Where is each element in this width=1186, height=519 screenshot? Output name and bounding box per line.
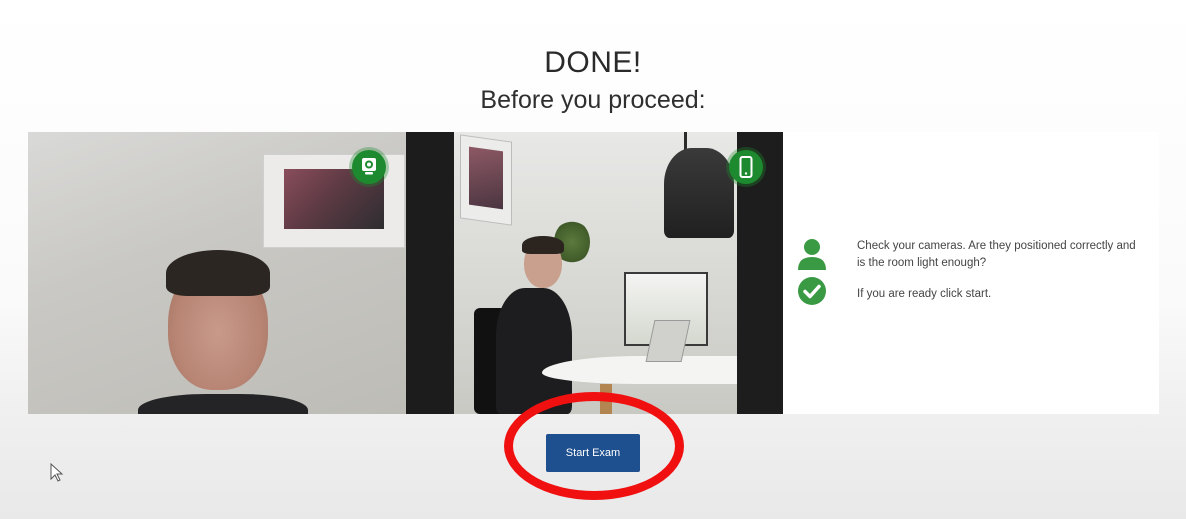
feed-divider — [406, 132, 454, 414]
instructions-panel: Check your cameras. Are they positioned … — [783, 132, 1159, 414]
pendant-lamp — [664, 148, 734, 238]
candidate-hair — [166, 250, 270, 296]
ready-instruction: If you are ready click start. — [857, 288, 992, 300]
page-title: DONE! — [544, 46, 642, 79]
page-subtitle: Before you proceed: — [480, 86, 706, 114]
check-circle-icon — [797, 276, 827, 306]
camera-check-instruction: Check your cameras. Are they positioned … — [857, 240, 1136, 269]
webcam-icon — [352, 150, 386, 184]
candidate-shoulders — [138, 394, 308, 414]
phone-camera-feed — [454, 132, 737, 414]
candidate-hair-side — [522, 236, 564, 254]
exam-setup-page: DONE! Before you proceed: Check your cam… — [0, 0, 1186, 519]
start-exam-button[interactable]: Start Exam — [546, 434, 640, 472]
webcam-feed — [28, 132, 406, 414]
mouse-cursor-icon — [50, 462, 64, 483]
desk-leg — [600, 384, 612, 414]
room-picture — [460, 134, 512, 226]
person-icon — [797, 238, 827, 270]
smartphone-icon — [729, 150, 763, 184]
desk — [542, 356, 737, 384]
candidate-body — [496, 288, 572, 414]
